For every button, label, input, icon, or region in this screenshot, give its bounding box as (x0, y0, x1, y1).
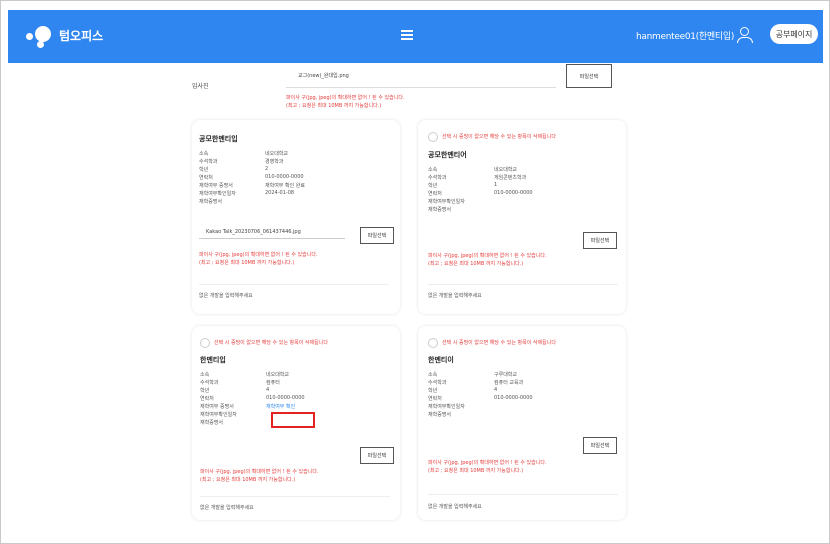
username: hanmentee01(한멘티입) (636, 32, 735, 42)
card-fields: 소속 구루대학교 수석학과 컴퓨터 교육과 학년 4 연락처 010-0000-0000… (428, 371, 628, 419)
field-row: 학년 2 (199, 166, 269, 173)
card-footer-note: 없은 개발을 입력해주세요 (200, 505, 254, 511)
photo-warning: 파이사 구(jpg, jpeg)의 확대하면 없어 ! 된 수 있습니다. (최… (286, 95, 405, 109)
card-title: 공모한멘티어 (428, 151, 467, 159)
field-row: 연락처 010-0000-0000 (428, 395, 533, 402)
divider (199, 284, 389, 285)
field-row: 재학여부확인일자 (428, 199, 465, 205)
field-row: 수석학과 컴퓨터 (200, 380, 280, 386)
highlight-box (271, 412, 315, 428)
study-page-button[interactable]: 공부페이지 (770, 24, 818, 44)
member-card: 공모한멘티입 소속 네오대학교 수석학과 경영학과 학년 2 연락처 010-0000-… (192, 120, 400, 314)
certificate-filename: Kakao Talk_20230706_061437446.jpg (206, 229, 301, 235)
select-checkbox[interactable] (200, 338, 210, 348)
card-fields: 소속 네오대학교 수석학과 게임콘텐츠학과 학년 1 연락처 010-0000-0000… (428, 166, 628, 214)
member-card: 선택 시 증빙이 없으면 해당 수 있는 항목이 삭제됩니다 한멘티이 소속 구루… (418, 326, 626, 520)
divider (428, 494, 618, 495)
divider (428, 284, 618, 285)
card-title: 한멘티이 (428, 356, 454, 364)
file-select-button[interactable]: 파일선택 (360, 227, 394, 244)
field-row: 재학증명서 (199, 199, 223, 205)
field-row: 학년 1 (428, 182, 498, 189)
field-row: 재학여부확인일자 2024-01-08 (199, 190, 295, 197)
field-row: 재학여부 증명서 재학여부 확인 (200, 403, 296, 410)
upload-warning: 파이사 구(jpg, jpeg)의 확대하면 없어 ! 된 수 있습니다. (최… (428, 460, 547, 474)
file-select-button[interactable]: 파일선택 (583, 232, 617, 249)
field-row: 재학여부 증명서 재학여부 확인 완료 (199, 183, 305, 189)
photo-label: 입사진 (192, 83, 209, 90)
field-row: 재학증명서 (428, 412, 452, 418)
check-warning: 선택 시 증빙이 없으면 해당 수 있는 항목이 삭제됩니다 (442, 340, 556, 346)
field-row: 소속 네오대학교 (428, 167, 518, 173)
field-row: 수석학과 게임콘텐츠학과 (428, 175, 527, 181)
upload-warning: 파이사 구(jpg, jpeg)의 확대하면 없어 ! 된 수 있습니다. (최… (428, 253, 547, 267)
photo-file-select-button[interactable]: 파일선택 (566, 64, 612, 88)
card-footer-note: 없은 개발을 입력해주세요 (428, 293, 482, 299)
user-icon[interactable] (737, 27, 753, 43)
field-row: 학년 4 (428, 387, 498, 394)
field-row: 수석학과 경영학과 (199, 159, 284, 165)
logo-icon[interactable] (26, 24, 52, 50)
card-footer-note: 없은 개발을 입력해주세요 (199, 293, 253, 299)
field-row: 소속 구루대학교 (428, 372, 518, 378)
brand-name[interactable]: 텀오피스 (59, 27, 103, 44)
field-row: 연락처 010-0000-0000 (199, 174, 304, 181)
card-fields: 소속 네오대학교 수석학과 경영학과 학년 2 연락처 010-0000-0000 재학… (199, 150, 399, 206)
photo-file-field[interactable]: 교그(new)_완대입.png (286, 67, 556, 88)
select-checkbox[interactable] (428, 338, 438, 348)
card-footer-note: 없은 개발을 입력해주세요 (428, 504, 482, 510)
certificate-file-field[interactable]: Kakao Talk_20230706_061437446.jpg (199, 226, 345, 239)
divider (200, 496, 390, 497)
field-row: 연락처 010-0000-0000 (200, 395, 305, 402)
member-card: 선택 시 증빙이 없으면 해당 수 있는 항목이 삭제됩니다 한멘티입 소속 네오… (192, 326, 400, 520)
file-select-button[interactable]: 파일선택 (360, 447, 394, 464)
card-title: 공모한멘티입 (199, 135, 238, 143)
field-row: 수석학과 컴퓨터 교육과 (428, 380, 524, 386)
field-row: 재학여부확인일자 (428, 404, 465, 410)
select-checkbox[interactable] (428, 132, 438, 142)
upload-warning: 파이사 구(jpg, jpeg)의 확대하면 없어 ! 된 수 있습니다. (최… (199, 252, 318, 266)
top-navigation-bar: 텀오피스 hanmentee01(한멘티입) 공부페이지 (8, 10, 823, 63)
card-title: 한멘티입 (200, 356, 226, 364)
upload-warning: 파이사 구(jpg, jpeg)의 확대하면 없어 ! 된 수 있습니다. (최… (200, 469, 319, 483)
check-warning: 선택 시 증빙이 없으면 해당 수 있는 항목이 삭제됩니다 (214, 340, 328, 346)
verify-enrollment-link[interactable]: 재학여부 확인 (266, 403, 295, 410)
field-row: 학년 4 (200, 387, 270, 394)
file-select-button[interactable]: 파일선택 (583, 437, 617, 454)
field-row: 연락처 010-0000-0000 (428, 190, 533, 197)
field-row: 소속 네오대학교 (200, 372, 290, 378)
check-warning: 선택 시 증빙이 없으면 해당 수 있는 항목이 삭제됩니다 (442, 134, 556, 140)
photo-filename: 교그(new)_완대입.png (298, 73, 349, 79)
menu-icon[interactable] (401, 30, 413, 40)
field-row: 재학증명서 (428, 207, 452, 213)
field-row: 소속 네오대학교 (199, 151, 289, 157)
member-card: 선택 시 증빙이 없으면 해당 수 있는 항목이 삭제됩니다 공모한멘티어 소속… (418, 120, 626, 314)
